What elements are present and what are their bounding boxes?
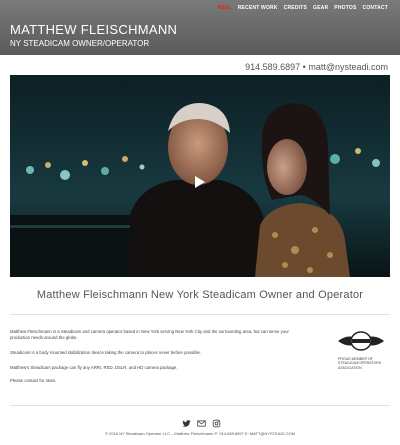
play-icon[interactable] — [193, 176, 205, 188]
nav-gear[interactable]: GEAR — [313, 5, 328, 11]
nav-contact[interactable]: CONTACT — [363, 5, 388, 11]
brand-name[interactable]: MATTHEW FLEISCHMANN — [10, 22, 177, 37]
footer-copyright: © 2016 NY Steadicam Operator LLC – Matth… — [105, 431, 295, 436]
nav-recent-work[interactable]: RECENT WORK — [238, 5, 278, 11]
about-paragraph-1: Matthew Fleischmann is a Steadicam and c… — [10, 329, 289, 340]
about-paragraph-2: Steadicam is a body mounted stabilizatio… — [10, 350, 202, 355]
page-headline: Matthew Fleischmann New York Steadicam O… — [36, 289, 364, 301]
about-paragraph-4: Please contact for rates. — [10, 378, 57, 383]
social-links — [182, 415, 221, 428]
site-header: REEL RECENT WORK CREDITS GEAR PHOTOS CON… — [0, 0, 400, 55]
about-paragraph-3: Matthew's Steadicam package can fly any … — [10, 365, 178, 370]
mail-icon[interactable] — [197, 415, 206, 427]
twitter-icon[interactable] — [182, 415, 191, 427]
steadicam-association-logo — [338, 330, 384, 352]
nav-reel[interactable]: REEL — [218, 5, 232, 11]
reel-video[interactable] — [10, 75, 390, 277]
footer-divider — [10, 405, 390, 406]
instagram-icon[interactable] — [212, 415, 221, 428]
nav-credits[interactable]: CREDITS — [284, 5, 307, 11]
contact-line[interactable]: 914.589.6897 • matt@nysteadi.com — [245, 62, 388, 72]
brand-subtitle: NY STEADICAM OWNER/OPERATOR — [10, 39, 150, 48]
logo-caption: PROUD MEMBER OF STEADICAM OPERATORS ASSO… — [338, 357, 382, 370]
divider — [10, 314, 390, 315]
nav-photos[interactable]: PHOTOS — [334, 5, 356, 11]
main-nav: REEL RECENT WORK CREDITS GEAR PHOTOS CON… — [218, 5, 388, 11]
